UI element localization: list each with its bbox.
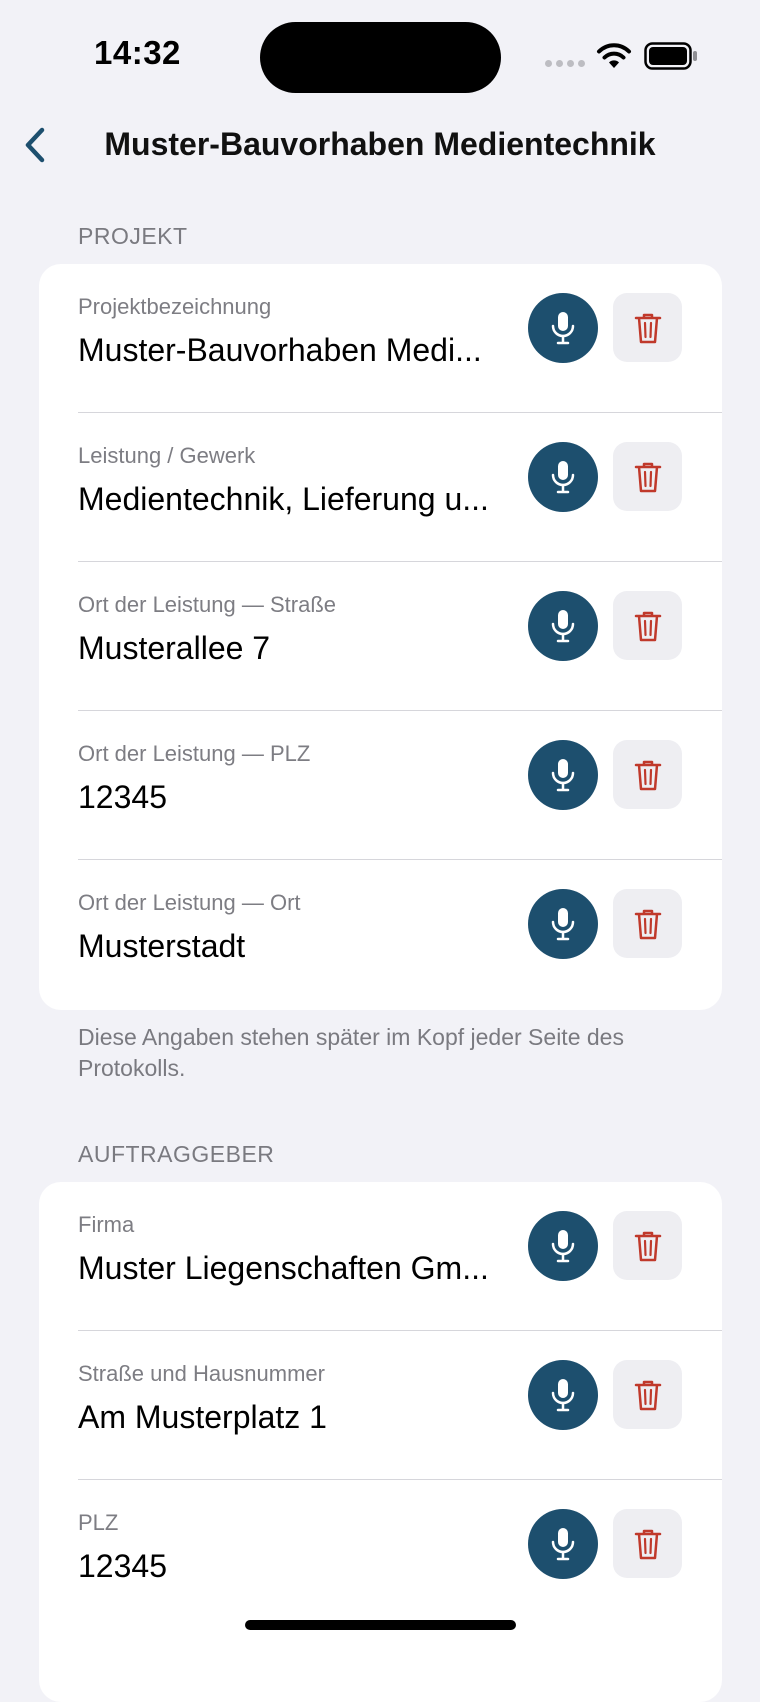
navigation-bar: Muster-Bauvorhaben Medientechnik [0, 110, 760, 180]
battery-icon [644, 42, 697, 70]
field-value[interactable]: Medientechnik, Lieferung u... [78, 481, 489, 518]
microphone-icon [551, 1528, 575, 1561]
trash-icon [634, 313, 661, 343]
delete-button[interactable] [613, 1509, 682, 1578]
section-header-auftraggeber: AUFTRAGGEBER [78, 1141, 275, 1167]
field-label: Projektbezeichnung [78, 294, 272, 319]
dictate-button[interactable] [528, 293, 598, 363]
trash-icon [634, 760, 661, 790]
trash-icon [634, 611, 661, 641]
field-label: Ort der Leistung — PLZ [78, 741, 311, 766]
delete-button[interactable] [613, 442, 682, 511]
dictate-button[interactable] [528, 1509, 598, 1579]
delete-button[interactable] [613, 889, 682, 958]
field-label: Straße und Hausnummer [78, 1361, 325, 1386]
field-label: Leistung / Gewerk [78, 443, 256, 468]
field-row-ort-strasse: Ort der Leistung — Straße Musterallee 7 [39, 562, 722, 711]
delete-button[interactable] [613, 591, 682, 660]
field-value[interactable]: Musterstadt [78, 928, 245, 965]
dictate-button[interactable] [528, 740, 598, 810]
dictate-button[interactable] [528, 1360, 598, 1430]
delete-button[interactable] [613, 1211, 682, 1280]
dictate-button[interactable] [528, 442, 598, 512]
field-value[interactable]: Muster-Bauvorhaben Medi... [78, 332, 482, 369]
trash-icon [634, 1380, 661, 1410]
delete-button[interactable] [613, 740, 682, 809]
home-indicator[interactable] [245, 1620, 516, 1630]
status-time: 14:32 [94, 34, 181, 71]
field-label: Ort der Leistung — Straße [78, 592, 336, 617]
field-row-strasse-hausnummer: Straße und Hausnummer Am Musterplatz 1 [39, 1331, 722, 1480]
wifi-icon [597, 43, 631, 68]
dictate-button[interactable] [528, 889, 598, 959]
field-value[interactable]: Muster Liegenschaften Gm... [78, 1250, 489, 1287]
cellular-signal-icon [545, 60, 585, 67]
dictate-button[interactable] [528, 1211, 598, 1281]
microphone-icon [551, 908, 575, 941]
microphone-icon [551, 759, 575, 792]
dynamic-island [260, 22, 501, 93]
field-value[interactable]: 12345 [78, 1548, 167, 1585]
microphone-icon [551, 312, 575, 345]
section-header-projekt: PROJEKT [78, 223, 188, 249]
trash-icon [634, 462, 661, 492]
project-card: Projektbezeichnung Muster-Bauvorhaben Me… [39, 264, 722, 1010]
field-value[interactable]: 12345 [78, 779, 167, 816]
field-row-plz: PLZ 12345 [39, 1480, 722, 1629]
field-value[interactable]: Am Musterplatz 1 [78, 1399, 327, 1436]
field-row-projektbezeichnung: Projektbezeichnung Muster-Bauvorhaben Me… [39, 264, 722, 413]
microphone-icon [551, 461, 575, 494]
trash-icon [634, 1231, 661, 1261]
microphone-icon [551, 1230, 575, 1263]
status-bar: 14:32 [0, 0, 760, 110]
microphone-icon [551, 1379, 575, 1412]
field-label: Ort der Leistung — Ort [78, 890, 301, 915]
field-row-leistung-gewerk: Leistung / Gewerk Medientechnik, Lieferu… [39, 413, 722, 562]
field-row-ort-plz: Ort der Leistung — PLZ 12345 [39, 711, 722, 860]
trash-icon [634, 1529, 661, 1559]
field-row-ort: Ort der Leistung — Ort Musterstadt [39, 860, 722, 1009]
dictate-button[interactable] [528, 591, 598, 661]
field-value[interactable]: Musterallee 7 [78, 630, 270, 667]
microphone-icon [551, 610, 575, 643]
field-row-firma: Firma Muster Liegenschaften Gm... [39, 1182, 722, 1331]
field-label: Firma [78, 1212, 135, 1237]
trash-icon [634, 909, 661, 939]
delete-button[interactable] [613, 1360, 682, 1429]
section-footer-note: Diese Angaben stehen später im Kopf jede… [78, 1024, 624, 1081]
field-label: PLZ [78, 1510, 119, 1535]
page-title: Muster-Bauvorhaben Medientechnik [104, 126, 656, 162]
delete-button[interactable] [613, 293, 682, 362]
